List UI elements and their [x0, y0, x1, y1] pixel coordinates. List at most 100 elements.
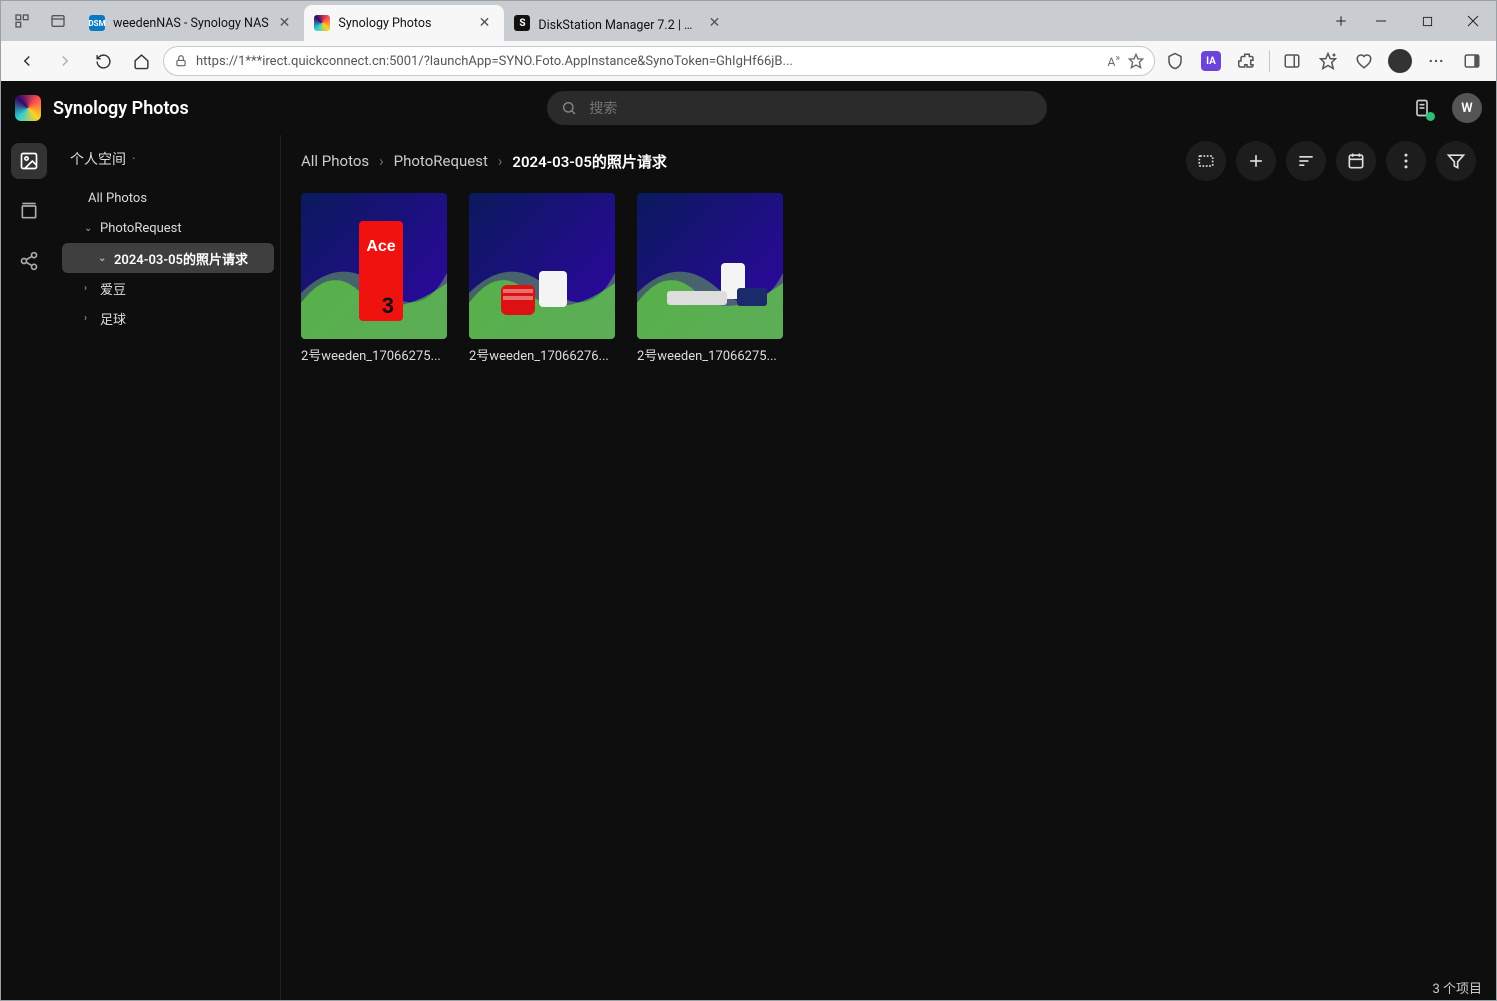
photo-card[interactable]: 2号weeden_17066276...: [469, 193, 615, 364]
address-bar: https://1***irect.quickconnect.cn:5001/?…: [1, 41, 1496, 81]
app-viewport: Synology Photos W: [1, 81, 1496, 1000]
breadcrumb: All Photos › PhotoRequest › 2024-03-05的照片请求: [301, 151, 667, 172]
tasks-icon[interactable]: [1406, 92, 1438, 124]
main-panel: All Photos›PhotoRequest›2024-03-05的照片请求 …: [281, 135, 1496, 1000]
folder-tree: All Photos ⌄ PhotoRequest ⌄ 2024-03-05的照片请求 ›…: [62, 183, 274, 333]
photo-thumbnail[interactable]: [469, 193, 615, 339]
toolbar: All Photos › PhotoRequest › 2024-03-05的照片请求: [281, 135, 1496, 187]
tasks-badge-icon: [1426, 112, 1435, 121]
shield-icon[interactable]: [1161, 47, 1189, 75]
timeline-button[interactable]: [1336, 141, 1376, 181]
tab-close-icon[interactable]: ✕: [277, 13, 293, 33]
tab-actions-icon[interactable]: [45, 8, 71, 34]
sidebar-item-label: PhotoRequest: [100, 221, 182, 236]
space-label: 个人空间: [70, 149, 126, 169]
chevron-right-icon: ›: [379, 152, 384, 170]
sidebar-item[interactable]: ⌄ PhotoRequest: [62, 213, 274, 243]
browser-tab[interactable]: DSM weedenNAS - Synology NAS ✕: [79, 5, 304, 41]
svg-text:3: 3: [382, 293, 394, 318]
sidebar-item-label: All Photos: [88, 191, 147, 206]
favicon-icon: DSM: [89, 15, 105, 31]
status-bar: 3 个项目: [281, 974, 1496, 1000]
browser-tab[interactable]: S DiskStation Manager 7.2 | 群晖 ✕: [504, 5, 734, 41]
tab-label: Synology Photos: [338, 16, 468, 31]
sidebar-toggle-icon[interactable]: [1458, 47, 1486, 75]
photo-grid: Ace 3 2号weeden_17066275... 2号weeden_17066…: [281, 187, 1496, 974]
sidebar: 个人空间 · All Photos ⌄ PhotoRequest ⌄ 2024-03-0…: [56, 135, 281, 1000]
photo-filename: 2号weeden_17066276...: [469, 345, 615, 364]
rail-albums-icon[interactable]: [11, 193, 47, 229]
photo-filename: 2号weeden_17066275...: [637, 345, 783, 364]
sidebar-item[interactable]: All Photos: [62, 183, 274, 213]
sidebar-item[interactable]: › 爱豆: [62, 273, 274, 303]
more-button[interactable]: [1386, 141, 1426, 181]
nav-home-button[interactable]: [125, 45, 157, 77]
sort-button[interactable]: [1286, 141, 1326, 181]
view-size-button[interactable]: [1186, 141, 1226, 181]
chevron-down-icon: ⌄: [98, 253, 108, 264]
tab-label: DiskStation Manager 7.2 | 群晖: [538, 14, 698, 33]
add-button[interactable]: [1236, 141, 1276, 181]
new-tab-button[interactable]: [1324, 1, 1358, 41]
rail-sharing-icon[interactable]: [11, 243, 47, 279]
url-text[interactable]: https://1***irect.quickconnect.cn:5001/?…: [196, 54, 1099, 69]
reader-icon[interactable]: A»: [1107, 53, 1120, 69]
extensions-icon[interactable]: [1233, 47, 1261, 75]
tab-strip: DSMweedenNAS - Synology NAS✕Synology Pho…: [79, 1, 1324, 41]
sidebar-item[interactable]: › 足球: [62, 303, 274, 333]
split-view-icon[interactable]: [1278, 47, 1306, 75]
breadcrumb-item[interactable]: All Photos: [301, 152, 369, 170]
profile-avatar[interactable]: [1386, 47, 1414, 75]
ia-extension-icon[interactable]: IA: [1197, 47, 1225, 75]
space-selector[interactable]: 个人空间 ·: [62, 141, 274, 183]
breadcrumb-item[interactable]: PhotoRequest: [394, 152, 488, 170]
sidebar-item-label: 爱豆: [100, 279, 126, 298]
sidebar-item-label: 足球: [100, 309, 126, 328]
chevron-right-icon: ›: [498, 152, 503, 170]
breadcrumb-item: 2024-03-05的照片请求: [512, 151, 667, 172]
nav-back-button[interactable]: [11, 45, 43, 77]
collections-icon[interactable]: [1350, 47, 1378, 75]
window-minimize-button[interactable]: [1358, 1, 1404, 41]
app-header: Synology Photos W: [1, 81, 1496, 135]
rail-photos-icon[interactable]: [11, 143, 47, 179]
favicon-icon: [314, 15, 330, 31]
photo-thumbnail[interactable]: [637, 193, 783, 339]
photo-filename: 2号weeden_17066275...: [301, 345, 447, 364]
search-icon: [561, 100, 577, 116]
search-box[interactable]: [547, 91, 1047, 125]
lock-icon: [174, 54, 188, 68]
chevron-down-icon: ⌄: [84, 223, 94, 234]
window-maximize-button[interactable]: [1404, 1, 1450, 41]
workspaces-icon[interactable]: [9, 8, 35, 34]
photo-card[interactable]: Ace 3 2号weeden_17066275...: [301, 193, 447, 364]
titlebar: DSMweedenNAS - Synology NAS✕Synology Pho…: [1, 1, 1496, 41]
favorite-icon[interactable]: [1128, 53, 1144, 69]
tab-close-icon[interactable]: ✕: [477, 13, 493, 33]
photo-thumbnail[interactable]: Ace 3: [301, 193, 447, 339]
app-title: Synology Photos: [53, 98, 189, 119]
browser-window: DSMweedenNAS - Synology NAS✕Synology Pho…: [0, 0, 1497, 1001]
app-logo-icon: [15, 95, 41, 121]
nav-forward-button[interactable]: [49, 45, 81, 77]
window-close-button[interactable]: [1450, 1, 1496, 41]
favorites-bar-icon[interactable]: [1314, 47, 1342, 75]
sidebar-item-label: 2024-03-05的照片请求: [114, 249, 248, 268]
nav-rail: [1, 135, 56, 1000]
tab-label: weedenNAS - Synology NAS: [113, 16, 269, 31]
tab-close-icon[interactable]: ✕: [707, 13, 723, 33]
search-input[interactable]: [587, 99, 1033, 117]
user-avatar[interactable]: W: [1452, 93, 1482, 123]
filter-button[interactable]: [1436, 141, 1476, 181]
url-box[interactable]: https://1***irect.quickconnect.cn:5001/?…: [163, 46, 1155, 76]
item-count: 3 个项目: [1432, 978, 1482, 997]
chevron-right-icon: ›: [84, 283, 94, 294]
favicon-icon: S: [514, 15, 530, 31]
sidebar-item[interactable]: ⌄ 2024-03-05的照片请求: [62, 243, 274, 273]
nav-refresh-button[interactable]: [87, 45, 119, 77]
overflow-menu-icon[interactable]: [1422, 47, 1450, 75]
svg-text:Ace: Ace: [366, 238, 395, 255]
chevron-right-icon: ›: [84, 313, 94, 324]
browser-tab[interactable]: Synology Photos ✕: [304, 5, 504, 41]
photo-card[interactable]: 2号weeden_17066275...: [637, 193, 783, 364]
